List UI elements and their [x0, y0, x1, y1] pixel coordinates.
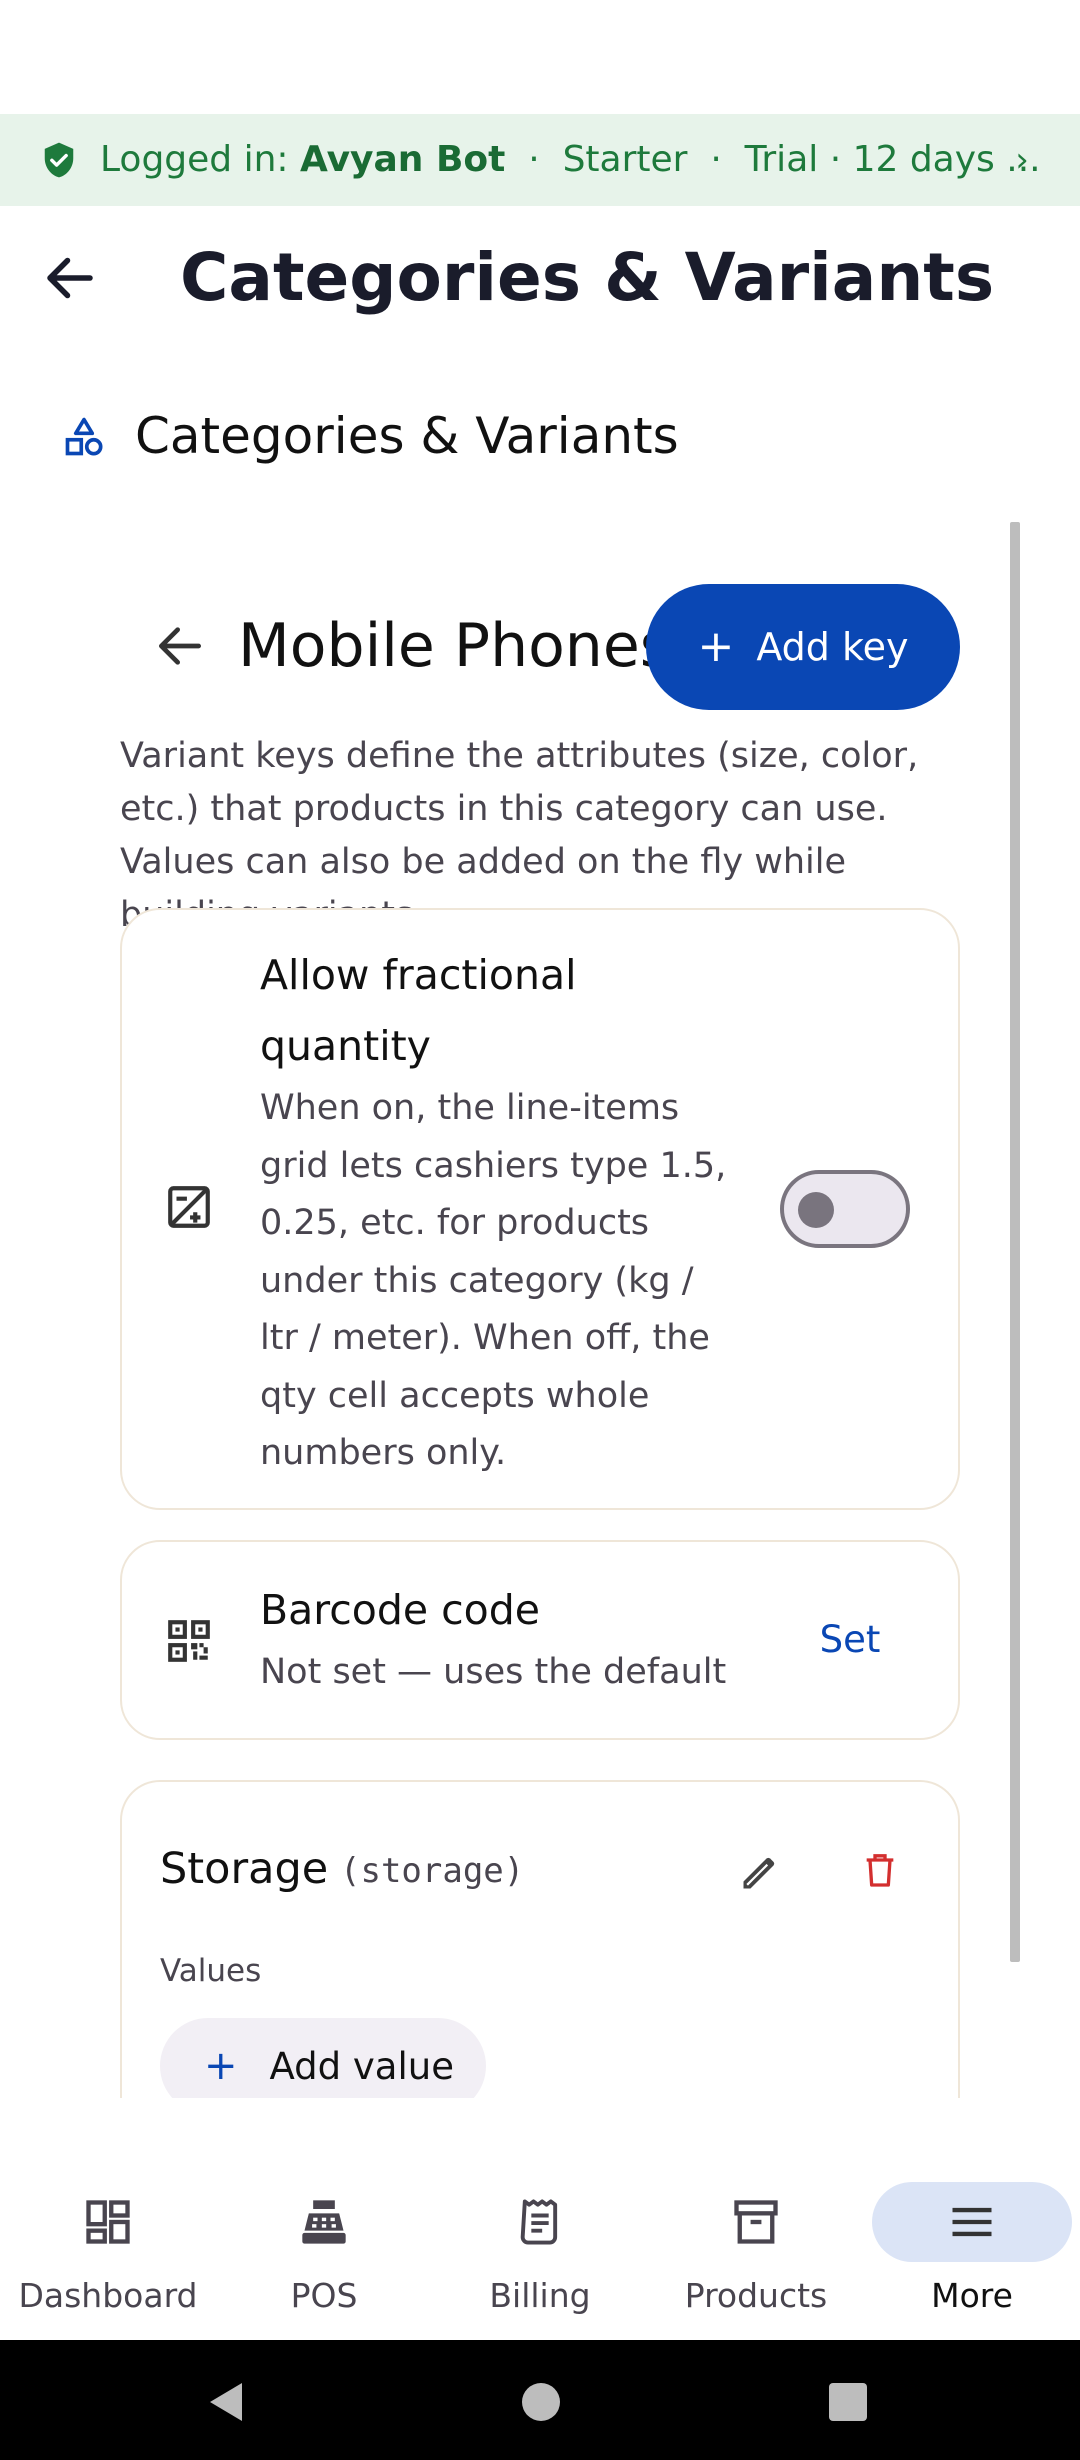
- pencil-icon[interactable]: [738, 1850, 782, 1894]
- nav-dashboard[interactable]: Dashboard: [0, 2158, 216, 2340]
- variant-key-id: (storage): [340, 1851, 525, 1891]
- receipt-icon: [520, 2199, 558, 2245]
- values-label: Values: [160, 1953, 262, 1989]
- barcode-set-button[interactable]: Set: [810, 1612, 890, 1668]
- nav-products-label: Products: [684, 2276, 828, 2315]
- variant-key-name: Storage: [160, 1844, 329, 1894]
- fractional-quantity-description: When on, the line-items grid lets cashie…: [260, 1088, 727, 1473]
- nav-products[interactable]: Products: [648, 2158, 864, 2340]
- system-home-icon[interactable]: [522, 2383, 560, 2421]
- nav-billing[interactable]: Billing: [432, 2158, 648, 2340]
- barcode-subtitle: Not set — uses the default: [260, 1652, 727, 1692]
- login-status-banner[interactable]: Logged in: Avyan Bot · Starter · Trial ·…: [0, 114, 1080, 206]
- shield-check-icon: [44, 142, 74, 178]
- add-key-label: Add key: [756, 625, 909, 669]
- plus-icon: +: [697, 621, 735, 672]
- barcode-title: Barcode code: [260, 1586, 540, 1634]
- nav-more-label: More: [931, 2276, 1013, 2315]
- system-recents-icon[interactable]: [829, 2383, 867, 2421]
- banner-user: Avyan Bot: [300, 139, 506, 180]
- category-shapes-icon: [65, 417, 103, 456]
- section-title: Categories & Variants: [135, 407, 679, 465]
- page-title: Categories & Variants: [180, 239, 995, 316]
- bottom-navigation: Dashboard POS Billing Products More: [0, 2158, 1080, 2340]
- banner-text: Logged in: Avyan Bot · Starter · Trial ·…: [100, 139, 1041, 180]
- nav-pos[interactable]: POS: [216, 2158, 432, 2340]
- qr-code-icon: [168, 1620, 210, 1662]
- fractional-quantity-toggle[interactable]: [780, 1170, 910, 1248]
- dashboard-icon: [86, 2200, 130, 2244]
- system-back-icon[interactable]: [208, 2381, 244, 2423]
- scroll-clip: [0, 2098, 1080, 2128]
- fractional-quantity-title: Allow fractional quantity: [260, 951, 577, 1070]
- decimal-square-icon: [168, 1186, 210, 1228]
- add-key-button[interactable]: + Add key: [646, 584, 960, 710]
- archive-box-icon: [734, 2200, 778, 2244]
- menu-icon: [952, 2207, 992, 2237]
- trash-icon[interactable]: [860, 1848, 900, 1892]
- plus-icon: +: [204, 2043, 238, 2089]
- nav-pos-label: POS: [290, 2276, 358, 2315]
- register-icon: [302, 2200, 346, 2244]
- nav-more[interactable]: More: [864, 2158, 1080, 2340]
- back-arrow-icon[interactable]: [152, 618, 208, 674]
- nav-billing-label: Billing: [489, 2276, 591, 2315]
- scrollbar[interactable]: [1010, 522, 1020, 1962]
- toggle-knob: [798, 1192, 834, 1228]
- chevron-right-icon: ›: [1015, 140, 1029, 180]
- category-title: Mobile Phones: [238, 611, 672, 681]
- nav-dashboard-label: Dashboard: [18, 2276, 198, 2315]
- add-value-label: Add value: [269, 2044, 454, 2088]
- arrow-left-icon[interactable]: [40, 248, 100, 308]
